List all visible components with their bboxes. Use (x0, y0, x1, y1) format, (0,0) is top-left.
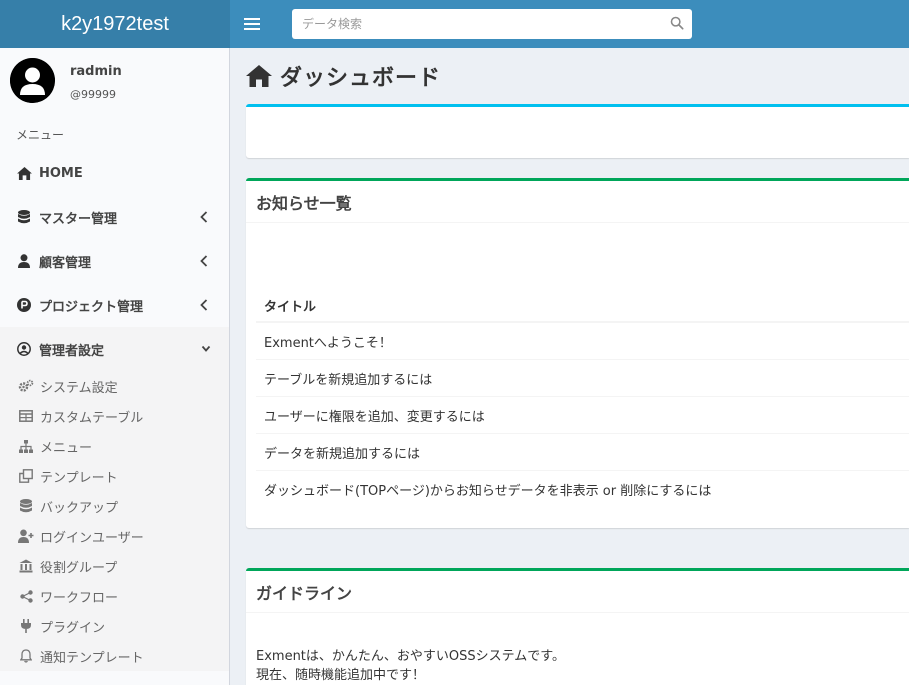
news-row[interactable]: Exmentへようこそ！ (256, 323, 909, 360)
sidebar-subitem-label: カスタムテーブル (40, 410, 144, 426)
user-plus-icon (18, 528, 34, 544)
sidebar-item-label: マスター管理 (39, 211, 118, 227)
cogs-icon (18, 378, 34, 394)
sidebar-item-master[interactable]: マスター管理 (0, 195, 229, 239)
sitemap-icon (18, 438, 34, 454)
news-row[interactable]: テーブルを新規追加するには (256, 360, 909, 397)
sidebar-item-label: 顧客管理 (39, 255, 92, 271)
news-box-title: お知らせ一覧 (246, 181, 909, 223)
news-row-title[interactable]: テーブルを新規追加するには (264, 369, 432, 388)
dashboard-box-empty (246, 104, 909, 158)
chevron-left-icon (200, 255, 208, 267)
news-row[interactable]: ユーザーに権限を追加、変更するには (256, 397, 909, 434)
sidebar-item-project[interactable]: プロジェクト管理 (0, 283, 229, 327)
sidebar-menu: HOME マスター管理 顧客管理 プロジェクト管理 管理者設定 システム設定 カ… (0, 151, 229, 671)
guideline-box-title: ガイドライン (246, 571, 909, 613)
sidebar-subitem-menu[interactable]: メニュー (0, 431, 229, 461)
chevron-left-icon (200, 299, 208, 311)
sidebar-subitem-plugin[interactable]: プラグイン (0, 611, 229, 641)
sidebar-subitem-label: ワークフロー (40, 590, 119, 606)
content-header: ダッシュボード (246, 58, 441, 94)
sidebar: radmin @99999 メニュー HOME マスター管理 顧客管理 プロジェ… (0, 48, 230, 685)
user-icon (16, 253, 32, 269)
clone-icon (18, 468, 34, 484)
sidebar-item-home[interactable]: HOME (0, 151, 229, 195)
chevron-left-icon (200, 211, 208, 223)
plug-icon (18, 618, 34, 634)
user-avatar-icon (10, 58, 55, 103)
news-row-title[interactable]: データを新規追加するには (264, 443, 420, 462)
sidebar-subitem-role-group[interactable]: 役割グループ (0, 551, 229, 581)
database-icon (18, 498, 34, 514)
chevron-down-icon (201, 345, 211, 352)
user-id: @99999 (70, 88, 116, 101)
sidebar-item-customer[interactable]: 顧客管理 (0, 239, 229, 283)
p-circle-icon (16, 297, 32, 313)
user-circle-icon (16, 341, 32, 357)
page-title: ダッシュボード (280, 66, 442, 91)
sidebar-subitem-label: ログインユーザー (40, 530, 144, 546)
search-box (292, 9, 692, 39)
sidebar-subitem-label: 通知テンプレート (40, 650, 144, 666)
top-navbar: k2y1972test (0, 0, 909, 48)
sidebar-subitem-label: メニュー (40, 440, 93, 456)
admin-submenu: システム設定 カスタムテーブル メニュー テンプレート バックアップ ログインユ… (0, 371, 229, 671)
database-icon (16, 209, 32, 225)
user-panel: radmin @99999 (10, 58, 220, 108)
sidebar-item-label: HOME (39, 165, 83, 181)
news-row-title[interactable]: ダッシュボード(TOPページ)からお知らせデータを非表示 or 削除にするには (264, 480, 711, 499)
search-input[interactable] (292, 9, 692, 39)
menu-header: メニュー (16, 128, 65, 142)
table-icon (18, 408, 34, 424)
sidebar-subitem-label: テンプレート (40, 470, 118, 486)
sidebar-subitem-login-user[interactable]: ログインユーザー (0, 521, 229, 551)
sidebar-item-admin[interactable]: 管理者設定 (0, 327, 229, 371)
guideline-line: 現在、随時機能追加中です！ (256, 668, 426, 683)
news-row[interactable]: ダッシュボード(TOPページ)からお知らせデータを非表示 or 削除にするには (256, 471, 909, 508)
news-table: タイトル Exmentへようこそ！ テーブルを新規追加するには ユーザーに権限を… (256, 289, 909, 508)
news-row[interactable]: データを新規追加するには (256, 434, 909, 471)
share-icon (18, 588, 34, 604)
guideline-line: Exmentは、かんたん、おやすいOSSシステムです。 (256, 649, 565, 664)
home-icon (16, 165, 32, 181)
search-icon[interactable] (670, 16, 684, 30)
sidebar-subitem-custom-table[interactable]: カスタムテーブル (0, 401, 229, 431)
news-column-header: タイトル (256, 289, 909, 323)
bank-icon (18, 558, 34, 574)
app-logo[interactable]: k2y1972test (0, 0, 230, 48)
news-row-title[interactable]: ユーザーに権限を追加、変更するには (264, 406, 485, 425)
sidebar-subitem-label: システム設定 (40, 380, 118, 396)
hamburger-icon[interactable] (244, 14, 260, 34)
bell-icon (18, 648, 34, 664)
sidebar-subitem-system-settings[interactable]: システム設定 (0, 371, 229, 401)
sidebar-subitem-label: プラグイン (40, 620, 106, 636)
user-name: radmin (70, 64, 122, 79)
news-row-title[interactable]: Exmentへようこそ！ (264, 332, 392, 351)
guideline-text: Exmentは、かんたん、おやすいOSSシステムです。 現在、随時機能追加中です… (256, 647, 565, 685)
sidebar-subitem-notify-template[interactable]: 通知テンプレート (0, 641, 229, 671)
sidebar-subitem-label: 役割グループ (40, 560, 118, 576)
news-box: お知らせ一覧 タイトル Exmentへようこそ！ テーブルを新規追加するには ユ… (246, 178, 909, 528)
guideline-box: ガイドライン Exmentは、かんたん、おやすいOSSシステムです。 現在、随時… (246, 568, 909, 685)
sidebar-item-label: プロジェクト管理 (39, 299, 144, 315)
sidebar-item-label: 管理者設定 (39, 343, 105, 359)
sidebar-subitem-label: バックアップ (40, 500, 119, 516)
sidebar-subitem-template[interactable]: テンプレート (0, 461, 229, 491)
sidebar-subitem-workflow[interactable]: ワークフロー (0, 581, 229, 611)
sidebar-subitem-backup[interactable]: バックアップ (0, 491, 229, 521)
home-icon (246, 65, 272, 87)
